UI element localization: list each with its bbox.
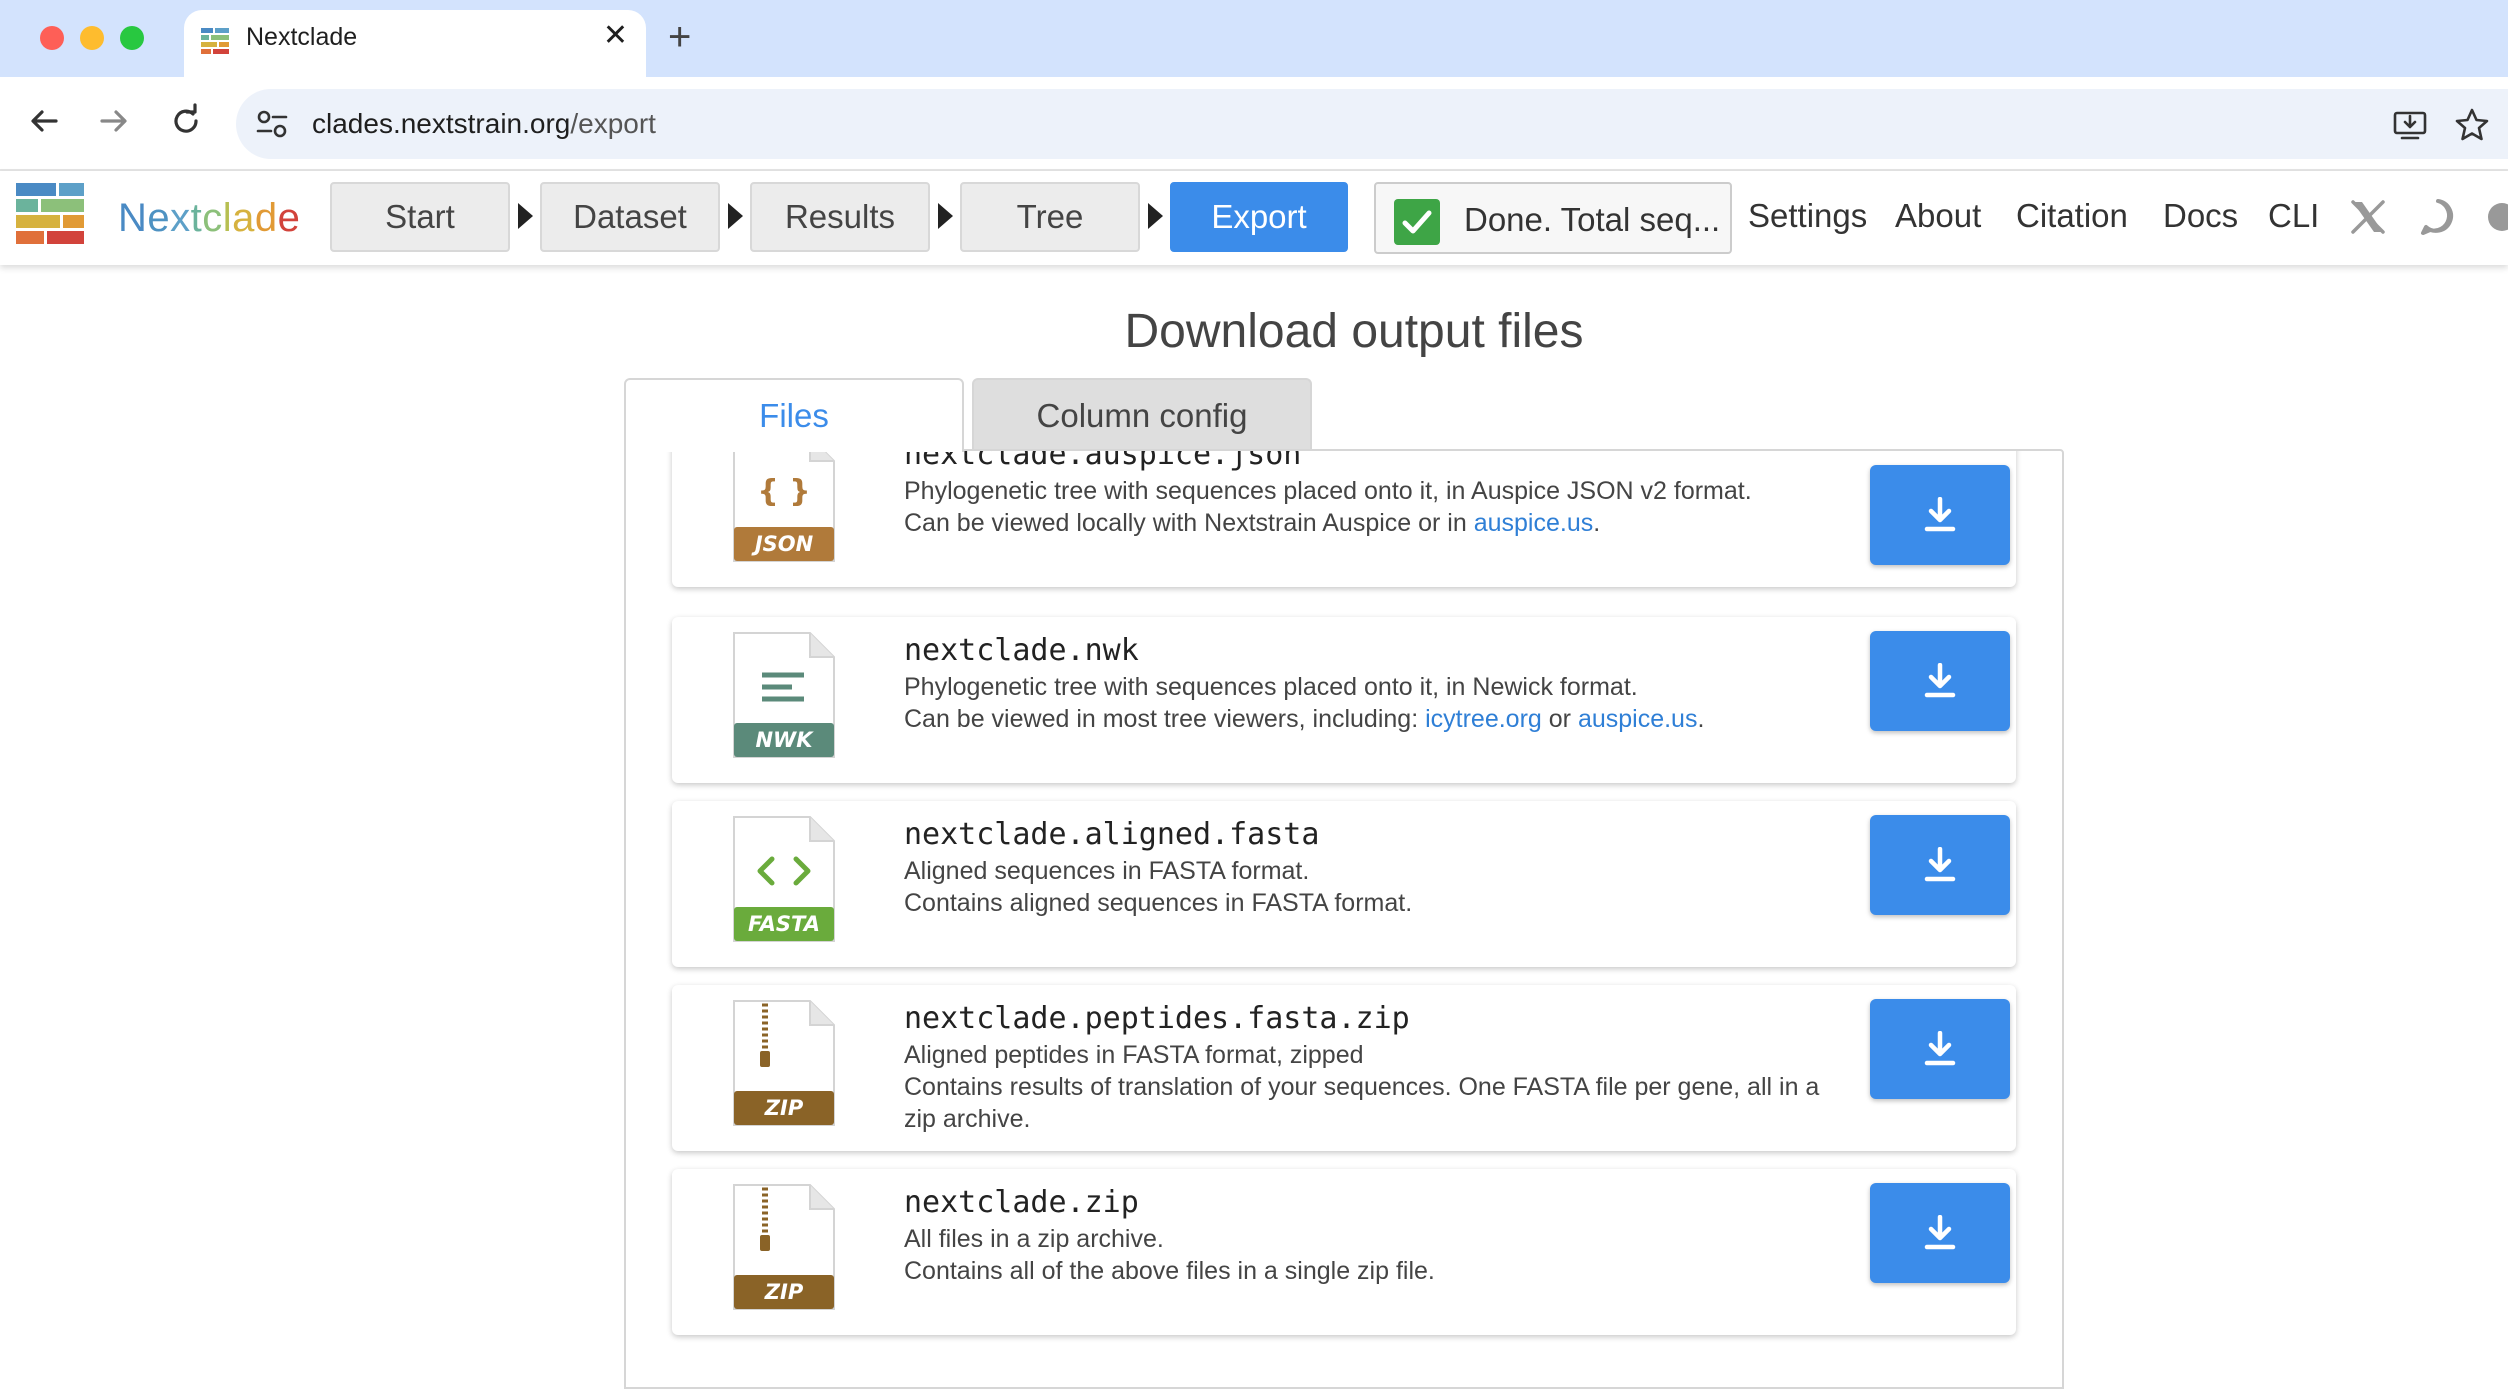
file-description: Phylogenetic tree with sequences placed …: [904, 477, 1752, 537]
step-results[interactable]: Results: [750, 182, 930, 252]
site-info-icon[interactable]: [254, 107, 290, 141]
icytree-link[interactable]: icytree.org: [1425, 705, 1542, 733]
download-icon: [1924, 663, 1956, 698]
nav-link-citation[interactable]: Citation: [2016, 195, 2128, 237]
file-card-all-zip: ZIP nextclade.zip All files in a zip arc…: [672, 1169, 2016, 1335]
step-arrow-icon: [728, 203, 743, 229]
github-icon[interactable]: [2482, 197, 2508, 237]
svg-text:NWK: NWK: [755, 728, 814, 752]
window-maximize-button[interactable]: [120, 26, 144, 50]
download-button[interactable]: [1870, 465, 2010, 565]
nav-link-settings[interactable]: Settings: [1748, 195, 1867, 237]
nav-link-about[interactable]: About: [1895, 195, 1981, 237]
app-navbar: Nextclade Start Dataset Results Tree Exp…: [0, 171, 2508, 265]
browser-tab-title: Nextclade: [246, 23, 358, 51]
step-tree[interactable]: Tree: [960, 182, 1140, 252]
file-name: nextclade.aligned.fasta: [904, 817, 1320, 852]
analysis-status-button[interactable]: Done. Total seq...: [1374, 182, 1732, 254]
browser-tab[interactable]: Nextclade ✕: [184, 10, 646, 77]
step-export[interactable]: Export: [1170, 182, 1348, 252]
window-minimize-button[interactable]: [80, 26, 104, 50]
svg-text:ZIP: ZIP: [764, 1280, 804, 1304]
nextclade-logo-icon[interactable]: [16, 183, 84, 253]
install-app-icon[interactable]: [2392, 107, 2428, 143]
svg-text:{ }: { }: [757, 474, 810, 509]
json-file-icon: { } JSON: [733, 451, 835, 562]
svg-text:JSON: JSON: [751, 532, 814, 556]
reload-icon[interactable]: [166, 101, 206, 141]
download-icon: [1924, 497, 1956, 532]
step-dataset[interactable]: Dataset: [540, 182, 720, 252]
file-description: Phylogenetic tree with sequences placed …: [904, 673, 1705, 733]
url-text: clades.nextstrain.org/export: [312, 108, 656, 139]
file-name: nextclade.peptides.fasta.zip: [904, 1001, 1410, 1036]
forward-icon[interactable]: [94, 101, 134, 141]
file-card-auspice-json: { } JSON nextclade.auspice.json Phylogen…: [672, 449, 2016, 587]
download-button[interactable]: [1870, 999, 2010, 1099]
file-name: nextclade.auspice.json: [904, 449, 1302, 472]
svg-text:FASTA: FASTA: [748, 912, 820, 936]
zip-file-icon: ZIP: [733, 1184, 835, 1310]
step-arrow-icon: [518, 203, 533, 229]
browser-tab-strip: Nextclade ✕ +: [0, 0, 2508, 77]
download-button[interactable]: [1870, 1183, 2010, 1283]
window-close-button[interactable]: [40, 26, 64, 50]
fasta-file-icon: FASTA: [733, 816, 835, 942]
address-bar[interactable]: clades.nextstrain.org/export: [236, 89, 2508, 159]
tab-column-config[interactable]: Column config: [972, 378, 1312, 450]
bookmark-star-icon[interactable]: [2454, 107, 2490, 143]
file-card-peptides-zip: ZIP nextclade.peptides.fasta.zip Aligned…: [672, 985, 2016, 1151]
file-name: nextclade.zip: [904, 1185, 1139, 1220]
file-description: Aligned sequences in FASTA format. Conta…: [904, 857, 1413, 917]
svg-text:ZIP: ZIP: [764, 1096, 804, 1120]
download-icon: [1924, 847, 1956, 882]
file-description: Aligned peptides in FASTA format, zipped…: [904, 1041, 1820, 1133]
file-description: All files in a zip archive. Contains all…: [904, 1225, 1435, 1285]
step-arrow-icon: [1148, 203, 1163, 229]
nwk-file-icon: NWK: [733, 632, 835, 758]
page-title: Download output files: [1124, 305, 1584, 358]
file-card-aligned-fasta: FASTA nextclade.aligned.fasta Aligned se…: [672, 801, 2016, 967]
download-button[interactable]: [1870, 815, 2010, 915]
download-button[interactable]: [1870, 631, 2010, 731]
brand-name[interactable]: Nextclade: [118, 193, 300, 243]
step-start[interactable]: Start: [330, 182, 510, 252]
nav-link-cli[interactable]: CLI: [2268, 195, 2319, 237]
zip-file-icon: ZIP: [733, 1000, 835, 1126]
x-twitter-icon[interactable]: [2348, 197, 2388, 237]
file-name: nextclade.nwk: [904, 633, 1139, 668]
discourse-icon[interactable]: [2418, 197, 2458, 237]
auspice-link[interactable]: auspice.us: [1578, 705, 1698, 733]
auspice-link[interactable]: auspice.us: [1474, 509, 1594, 537]
file-card-nwk: NWK nextclade.nwk Phylogenetic tree with…: [672, 617, 2016, 783]
download-icon: [1924, 1031, 1956, 1066]
nextclade-favicon-icon: [201, 28, 229, 54]
nav-link-docs[interactable]: Docs: [2163, 195, 2238, 237]
browser-toolbar: clades.nextstrain.org/export: [0, 77, 2508, 171]
step-arrow-icon: [938, 203, 953, 229]
tab-files[interactable]: Files: [624, 378, 964, 452]
download-icon: [1924, 1215, 1956, 1250]
status-text: Done. Total seq...: [1464, 201, 1721, 238]
check-icon: [1394, 199, 1440, 245]
new-tab-icon[interactable]: +: [668, 14, 691, 60]
back-icon[interactable]: [24, 101, 64, 141]
close-tab-icon[interactable]: ✕: [603, 18, 628, 54]
files-panel: { } JSON nextclade.auspice.json Phylogen…: [624, 449, 2064, 1389]
